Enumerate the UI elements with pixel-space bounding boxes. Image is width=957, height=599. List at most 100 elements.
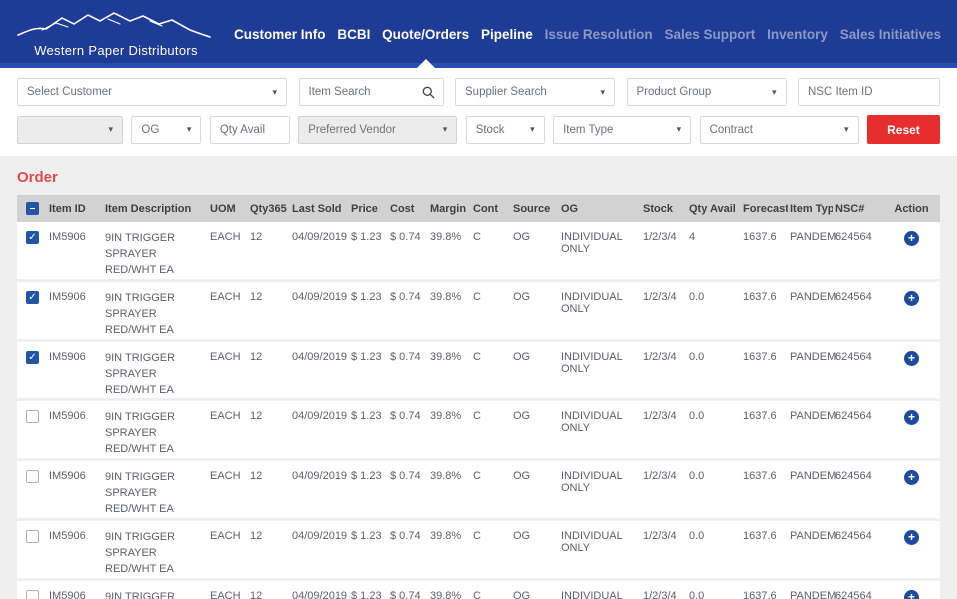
column-header-item-id: Item ID (47, 195, 103, 222)
table-row: ✓IM59069IN TRIGGER SPRAYER RED/WHT EAEAC… (17, 280, 940, 340)
add-item-button[interactable]: + (904, 470, 919, 485)
forecast-cell: 1637.6 (741, 460, 788, 520)
add-item-button[interactable]: + (904, 590, 919, 599)
column-header-uom: UOM (208, 195, 248, 222)
item-type-dropdown[interactable]: Item Type▾ (553, 116, 691, 144)
supplier-search-dropdown[interactable]: Supplier Search▾ (455, 78, 615, 106)
cost-cell: $ 0.74 (388, 400, 428, 460)
select-customer-dropdown-label: Select Customer (27, 86, 266, 98)
item-description-cell: 9IN TRIGGER SPRAYER RED/WHT EA (103, 400, 208, 460)
margin-cell: 39.8% (428, 340, 471, 400)
item-search-input-wrap (299, 78, 444, 106)
item-description-cell: 9IN TRIGGER SPRAYER RED/WHT EA (103, 579, 208, 599)
table-body: ✓IM59069IN TRIGGER SPRAYER RED/WHT EAEAC… (17, 222, 940, 599)
og-cell: INDIVIDUAL ONLY (559, 579, 641, 599)
chevron-down-icon: ▾ (677, 124, 682, 135)
product-group-dropdown[interactable]: Product Group▾ (627, 78, 787, 106)
preferred-vendor-dropdown[interactable]: Preferred Vendor▾ (298, 116, 457, 144)
uom-cell: EACH (208, 280, 248, 340)
stock-dropdown-label: Stock (476, 124, 524, 136)
column-header-margin: Margin (428, 195, 471, 222)
chevron-down-icon: ▾ (187, 124, 192, 135)
unlabeled-dropdown[interactable]: ▾ (17, 116, 123, 144)
item-description-cell: 9IN TRIGGER SPRAYER RED/WHT EA (103, 520, 208, 580)
column-header-last-sold: Last Sold (290, 195, 349, 222)
item-description: 9IN TRIGGER SPRAYER RED/WHT EA (105, 231, 200, 279)
column-header-forecast: Forecast (741, 195, 788, 222)
nav-item-sales-initiatives[interactable]: Sales Initiatives (840, 0, 941, 68)
price-cell: $ 1.23 (349, 520, 388, 580)
nav-item-bcbi[interactable]: BCBI (337, 0, 370, 68)
qty365-cell: 12 (248, 460, 290, 520)
forecast-cell: 1637.6 (741, 340, 788, 400)
row-checkbox-cell (17, 400, 47, 460)
forecast-cell: 1637.6 (741, 400, 788, 460)
nsc-cell: 624564 (833, 460, 883, 520)
nav-item-inventory[interactable]: Inventory (767, 0, 828, 68)
item-description: 9IN TRIGGER SPRAYER RED/WHT EA (105, 590, 200, 599)
item-type-cell: PANDEM (788, 280, 833, 340)
nav-item-pipeline[interactable]: Pipeline (481, 0, 533, 68)
row-checkbox[interactable] (26, 530, 39, 543)
row-checkbox[interactable]: ✓ (26, 231, 39, 244)
cont-cell: C (471, 520, 511, 580)
cost-cell: $ 0.74 (388, 222, 428, 280)
stock-dropdown[interactable]: Stock ▾ (466, 116, 545, 144)
margin-cell: 39.8% (428, 579, 471, 599)
qty-avail-input[interactable] (211, 117, 289, 143)
brand-logo: Western Paper Distributors (16, 10, 216, 58)
add-item-button[interactable]: + (904, 410, 919, 425)
column-header-qty-avail: Qty Avail (687, 195, 741, 222)
nav-item-sales-support[interactable]: Sales Support (664, 0, 755, 68)
chevron-down-icon: ▾ (530, 124, 535, 135)
cost-cell: $ 0.74 (388, 579, 428, 599)
cont-cell: C (471, 400, 511, 460)
row-action-cell: + (883, 460, 940, 520)
row-checkbox[interactable] (26, 410, 39, 423)
last-sold-cell: 04/09/2019 (290, 340, 349, 400)
table-row: ✓IM59069IN TRIGGER SPRAYER RED/WHT EAEAC… (17, 222, 940, 280)
source-cell: OG (511, 579, 559, 599)
stock-cell: 1/2/3/4 (641, 579, 687, 599)
item-description: 9IN TRIGGER SPRAYER RED/WHT EA (105, 291, 200, 339)
item-type-cell: PANDEM (788, 340, 833, 400)
margin-cell: 39.8% (428, 222, 471, 280)
filter-row-2: ▾OG▾Preferred Vendor▾Stock▾Item Type▾Con… (17, 115, 940, 144)
row-checkbox[interactable] (26, 590, 39, 599)
last-sold-cell: 04/09/2019 (290, 400, 349, 460)
row-checkbox-cell (17, 460, 47, 520)
source-cell: OG (511, 460, 559, 520)
source-cell: OG (511, 222, 559, 280)
qty-avail-cell: 4 (687, 222, 741, 280)
reset-button[interactable]: Reset (867, 115, 940, 144)
contract-dropdown[interactable]: Contract▾ (700, 116, 859, 144)
nsc-item-id-input[interactable] (799, 79, 939, 105)
og-dropdown[interactable]: OG▾ (131, 116, 201, 144)
nav-item-customer-info[interactable]: Customer Info (234, 0, 326, 68)
nsc-cell: 624564 (833, 280, 883, 340)
row-checkbox[interactable]: ✓ (26, 351, 39, 364)
item-type-cell: PANDEM (788, 460, 833, 520)
cont-cell: C (471, 579, 511, 599)
row-action-cell: + (883, 520, 940, 580)
add-item-button[interactable]: + (904, 351, 919, 366)
select-all-checkbox[interactable]: – (26, 202, 39, 215)
item-type-cell: PANDEM (788, 222, 833, 280)
add-item-button[interactable]: + (904, 291, 919, 306)
qty-avail-input-wrap (210, 116, 290, 144)
stock-cell: 1/2/3/4 (641, 280, 687, 340)
stock-cell: 1/2/3/4 (641, 400, 687, 460)
row-checkbox[interactable]: ✓ (26, 291, 39, 304)
uom-cell: EACH (208, 579, 248, 599)
cont-cell: C (471, 340, 511, 400)
add-item-button[interactable]: + (904, 530, 919, 545)
select-customer-dropdown[interactable]: Select Customer▾ (17, 78, 287, 106)
row-action-cell: + (883, 280, 940, 340)
nav-item-issue-resolution[interactable]: Issue Resolution (545, 0, 653, 68)
add-item-button[interactable]: + (904, 231, 919, 246)
row-checkbox[interactable] (26, 470, 39, 483)
margin-cell: 39.8% (428, 400, 471, 460)
chevron-down-icon: ▾ (443, 124, 448, 135)
nav-item-quote-orders[interactable]: Quote/Orders (382, 0, 469, 68)
chevron-down-icon: ▾ (844, 124, 849, 135)
